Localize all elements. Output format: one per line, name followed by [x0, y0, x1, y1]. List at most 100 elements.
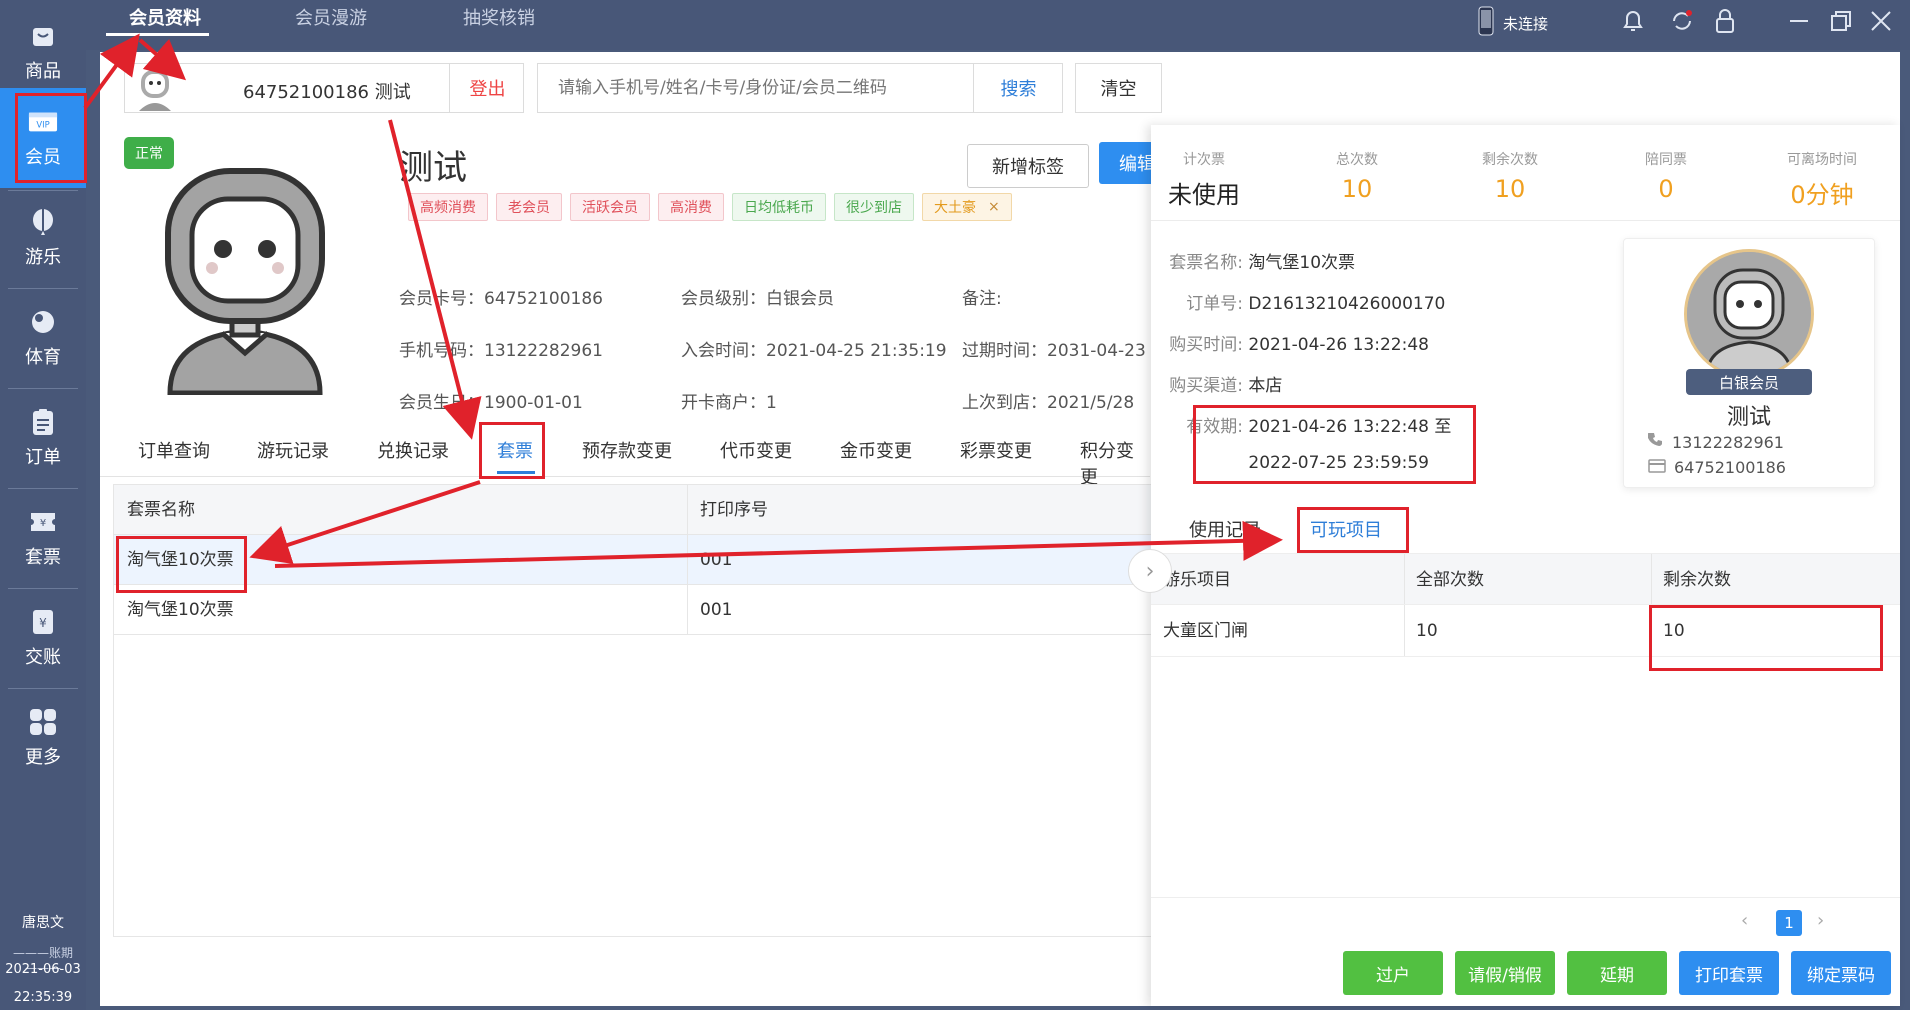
extend-button[interactable]: 延期 — [1567, 951, 1667, 995]
sidebar-item-sports[interactable]: 体育 — [0, 288, 86, 388]
tab-points-changes[interactable]: 积分变更 — [1080, 437, 1150, 489]
stat-value: 10 — [1494, 175, 1526, 203]
close-icon[interactable] — [1868, 8, 1894, 34]
member-tag[interactable]: 老会员 — [496, 193, 562, 221]
detail-ticket-name: 套票名称: 淘气堡10次票 — [1151, 248, 1355, 273]
member-tag-removable[interactable]: 大土豪 × — [922, 193, 1012, 221]
stat-ticket-type: 计次票 未使用 — [1139, 149, 1269, 210]
sidebar-item-member[interactable]: VIP 会员 — [0, 88, 86, 188]
stat-leave-time: 可离场时间 0分钟 — [1757, 149, 1887, 210]
active-tab-indicator — [106, 33, 209, 36]
prev-page-icon[interactable]: ‹ — [1741, 910, 1748, 931]
member-avatar — [160, 165, 330, 396]
member-tag[interactable]: 活跃会员 — [570, 193, 650, 221]
stat-label: 可离场时间 — [1787, 152, 1857, 168]
current-page[interactable]: 1 — [1776, 910, 1802, 936]
sidebar-label: 订单 — [25, 447, 61, 468]
phone-number: 手机号码：13122282961 — [399, 341, 603, 361]
column-header: 全部次数 — [1416, 570, 1484, 590]
top-bar: 会员资料 会员漫游 抽奖核销 未连接 — [86, 0, 1910, 50]
tab-lottery-verify[interactable]: 抽奖核销 — [463, 0, 535, 40]
clear-button[interactable]: 清空 — [1075, 63, 1162, 113]
add-tag-button[interactable]: 新增标签 — [967, 144, 1089, 188]
vip-card-icon: VIP — [28, 107, 58, 137]
restore-icon[interactable] — [1828, 8, 1854, 34]
search-input[interactable] — [538, 64, 973, 112]
bind-code-button[interactable]: 绑定票码 — [1791, 951, 1891, 995]
print-ticket-button[interactable]: 打印套票 — [1679, 951, 1779, 995]
member-tag[interactable]: 高消费 — [658, 193, 724, 221]
sidebar-label: 更多 — [25, 747, 61, 768]
chevron-right-icon: › — [1145, 558, 1155, 584]
detail-purchase-time: 购买时间: 2021-04-26 13:22:48 — [1151, 330, 1429, 355]
transfer-button[interactable]: 过户 — [1343, 951, 1443, 995]
stat-label: 总次数 — [1336, 152, 1378, 168]
detail-key: 购买时间: — [1169, 335, 1243, 355]
ticket-detail-panel: 计次票 未使用 总次数 10 剩余次数 10 陪同票 0 可离场时间 0分钟 套… — [1151, 125, 1900, 1006]
current-member-chip: 64752100186 测试 登出 — [124, 63, 524, 113]
next-page-icon[interactable]: › — [1817, 910, 1824, 931]
tab-order-query[interactable]: 订单查询 — [138, 437, 210, 463]
account-period-text: 账期 — [48, 946, 73, 960]
detail-order-no: 订单号: D21613210426000170 — [1151, 289, 1445, 314]
detail-channel: 购买渠道: 本店 — [1151, 371, 1282, 396]
remark: 备注: — [962, 289, 1002, 309]
active-tab-indicator — [497, 471, 535, 474]
minimize-icon[interactable] — [1786, 8, 1812, 34]
table-row[interactable]: 大童区门闸 10 10 — [1151, 605, 1900, 657]
member-tag-label: 大土豪 — [934, 200, 976, 216]
lock-icon[interactable] — [1712, 8, 1738, 34]
sidebar-item-amusement[interactable]: 游乐 — [0, 188, 86, 288]
tab-member-roaming[interactable]: 会员漫游 — [295, 0, 367, 40]
member-card: 白银会员 测试 13122282961 64752100186 — [1623, 238, 1875, 488]
ticket-icon: ¥ — [28, 507, 58, 537]
ticket-table: 套票名称 打印序号 淘气堡10次票 001 淘气堡10次票 001 — [113, 484, 1153, 937]
detail-value: 本店 — [1248, 376, 1283, 396]
tab-token-changes[interactable]: 代币变更 — [720, 437, 792, 463]
bell-icon[interactable] — [1620, 8, 1646, 34]
member-tag[interactable]: 日均低耗币 — [732, 193, 826, 221]
stat-label: 陪同票 — [1645, 152, 1687, 168]
member-tag[interactable]: 很少到店 — [834, 193, 914, 221]
sidebar-item-tickets[interactable]: ¥ 套票 — [0, 488, 86, 588]
sidebar-label: 体育 — [25, 347, 61, 368]
expire-time: 过期时间：2031-04-23 2 — [962, 341, 1163, 361]
logout-button[interactable]: 登出 — [449, 64, 525, 112]
remove-tag-icon[interactable]: × — [988, 199, 1000, 215]
tab-play-records[interactable]: 游玩记录 — [257, 437, 329, 463]
detail-key: 订单号: — [1186, 294, 1243, 314]
balloon-icon — [28, 207, 58, 237]
member-tag[interactable]: 高频消费 — [408, 193, 488, 221]
total-times-cell: 10 — [1416, 621, 1438, 641]
sidebar-item-orders[interactable]: 订单 — [0, 388, 86, 488]
tab-lottery-changes[interactable]: 彩票变更 — [960, 437, 1032, 463]
table-row[interactable]: 淘气堡10次票 001 — [114, 585, 1152, 635]
tab-gold-changes[interactable]: 金币变更 — [840, 437, 912, 463]
tab-package-tickets[interactable]: 套票 — [497, 437, 533, 463]
stat-label: 计次票 — [1183, 152, 1225, 168]
device-connection[interactable]: 未连接 — [1477, 6, 1548, 40]
detail-value: D21613210426000170 — [1248, 294, 1446, 314]
collapse-panel-button[interactable]: › — [1128, 549, 1172, 593]
detail-validity-end: 2022-07-25 23:59:59 — [1151, 453, 1429, 473]
column-divider — [687, 485, 688, 635]
column-header: 打印序号 — [700, 500, 768, 520]
stat-value: 0分钟 — [1790, 181, 1854, 209]
tab-deposit-changes[interactable]: 预存款变更 — [582, 437, 672, 463]
refresh-icon[interactable] — [1669, 8, 1695, 34]
svg-text:¥: ¥ — [39, 616, 47, 630]
member-level-badge: 白银会员 — [1686, 369, 1812, 395]
search-button[interactable]: 搜索 — [973, 64, 1063, 112]
sidebar-item-more[interactable]: 更多 — [0, 688, 86, 788]
tab-exchange-records[interactable]: 兑换记录 — [377, 437, 449, 463]
leave-button[interactable]: 请假/销假 — [1455, 951, 1555, 995]
tab-playable-items[interactable]: 可玩项目 — [1310, 516, 1382, 542]
sidebar-item-settlement[interactable]: ¥ 交账 — [0, 588, 86, 688]
pagination: ‹ 1 › — [1151, 897, 1900, 947]
member-card-number-text: 64752100186 — [1674, 458, 1786, 477]
sidebar-item-goods[interactable]: 商品 — [0, 2, 86, 102]
table-row[interactable]: 淘气堡10次票 001 — [114, 535, 1152, 585]
tab-usage-records[interactable]: 使用记录 — [1189, 516, 1261, 542]
member-card-phone: 13122282961 — [1647, 432, 1784, 452]
stat-value: 未使用 — [1168, 181, 1240, 209]
